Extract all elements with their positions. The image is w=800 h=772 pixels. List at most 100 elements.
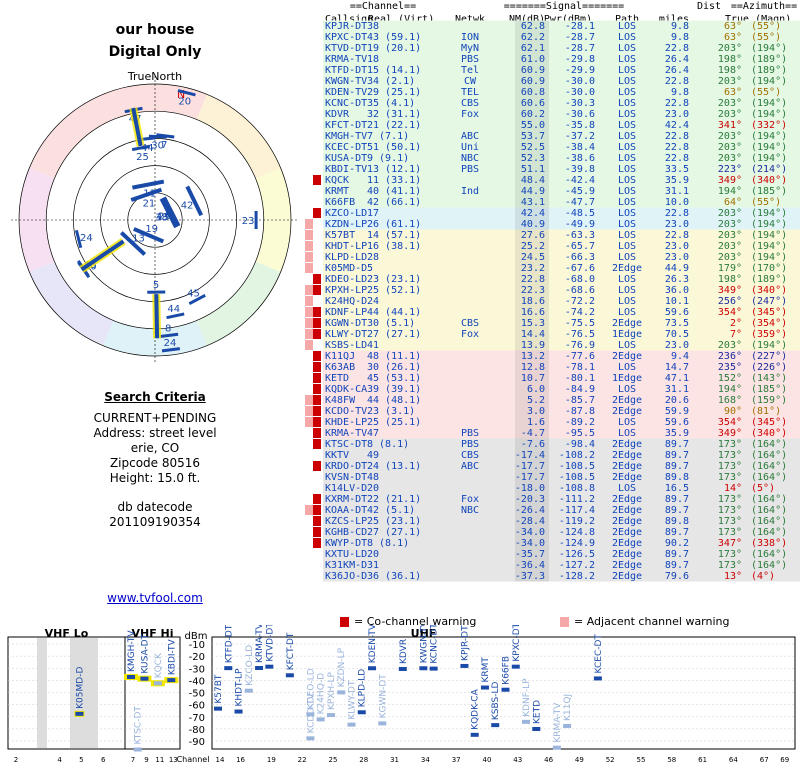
group-header-dist: Dist bbox=[697, 1, 721, 12]
table-cell: KZDN-LP bbox=[325, 219, 367, 230]
table-cell: 235° bbox=[718, 362, 742, 373]
table-cell: 168° bbox=[718, 395, 742, 406]
table-cell: LOS bbox=[618, 197, 636, 208]
station-label: KPXC-DT bbox=[512, 625, 522, 662]
station-bar bbox=[255, 666, 263, 670]
table-cell: (55°) bbox=[751, 21, 781, 32]
x-tick-label: 40 bbox=[483, 756, 492, 764]
station-bar bbox=[419, 666, 427, 670]
table-cell: KGHB-CD bbox=[325, 527, 367, 538]
table-cell: 7 (7.1) bbox=[367, 131, 409, 142]
table-cell: 198° bbox=[718, 274, 742, 285]
polar-highlight-core bbox=[156, 294, 157, 338]
table-cell: 2Edge bbox=[612, 461, 642, 472]
table-cell: 23.0 bbox=[665, 241, 689, 252]
table-cell: 198° bbox=[718, 54, 742, 65]
polar-station-label: 8 bbox=[165, 323, 171, 334]
table-cell: LOS bbox=[618, 362, 636, 373]
co-channel-warning-marker bbox=[313, 175, 321, 185]
table-cell: Fox bbox=[461, 109, 479, 120]
table-cell: 203° bbox=[718, 76, 742, 87]
table-cell: 42.4 bbox=[665, 120, 689, 131]
table-cell: (354°) bbox=[751, 318, 787, 329]
table-cell: 25 (23.1) bbox=[367, 516, 421, 527]
station-bar bbox=[265, 665, 273, 669]
table-cell: CBS bbox=[461, 318, 479, 329]
x-tick-label: 43 bbox=[513, 756, 522, 764]
table-cell: -38.4 bbox=[565, 142, 595, 153]
table-cell: 349° bbox=[718, 175, 742, 186]
table-cell: (340°) bbox=[751, 285, 787, 296]
table-cell: Fox bbox=[461, 494, 479, 505]
table-cell: 18 bbox=[367, 54, 379, 65]
table-cell: 13 (12.1) bbox=[367, 164, 421, 175]
table-cell: 223° bbox=[718, 164, 742, 175]
table-cell: 2Edge bbox=[612, 549, 642, 560]
co-channel-warning-marker bbox=[313, 406, 321, 416]
co-channel-warning-marker bbox=[313, 417, 321, 427]
table-cell: (194°) bbox=[751, 208, 787, 219]
table-cell: 10.7 bbox=[521, 373, 545, 384]
table-cell: 12.8 bbox=[521, 362, 545, 373]
table-cell: MyN bbox=[461, 43, 479, 54]
co-channel-warning-marker bbox=[313, 285, 321, 295]
table-cell: 23.0 bbox=[665, 219, 689, 230]
co-channel-warning-marker bbox=[313, 329, 321, 339]
table-cell: -35.8 bbox=[565, 120, 595, 131]
table-cell: -17.7 bbox=[515, 472, 545, 483]
x-tick-label: 7 bbox=[131, 756, 135, 764]
table-cell: 26.4 bbox=[665, 54, 689, 65]
table-cell: (55°) bbox=[751, 32, 781, 43]
table-cell: (194°) bbox=[751, 252, 787, 263]
table-cell: K57BT bbox=[325, 230, 355, 241]
polar-station-label: 24 bbox=[164, 338, 177, 349]
table-cell: CBS bbox=[461, 98, 479, 109]
table-cell: LOS bbox=[618, 186, 636, 197]
table-cell: 349° bbox=[718, 428, 742, 439]
table-cell: 89.8 bbox=[665, 472, 689, 483]
table-cell: (214°) bbox=[751, 164, 787, 175]
station-bar bbox=[140, 677, 148, 681]
table-cell: 203° bbox=[718, 98, 742, 109]
station-bar bbox=[235, 710, 243, 714]
table-cell: K31KM-D bbox=[325, 560, 367, 571]
adjacent-warning-marker bbox=[305, 307, 313, 317]
x-tick-label: 22 bbox=[298, 756, 307, 764]
table-cell: PBS bbox=[461, 164, 479, 175]
station-bar bbox=[502, 688, 510, 692]
table-cell: 44 (44.1) bbox=[367, 307, 421, 318]
table-cell: 15.3 bbox=[521, 318, 545, 329]
table-cell: KCDO-TV bbox=[325, 406, 367, 417]
table-cell: 22.3 bbox=[521, 285, 545, 296]
x-tick-label: 2 bbox=[14, 756, 18, 764]
table-cell: (226°) bbox=[751, 362, 787, 373]
table-cell: -29.9 bbox=[565, 65, 595, 76]
table-cell: (194°) bbox=[751, 340, 787, 351]
table-cell: 173° bbox=[718, 560, 742, 571]
table-cell: KMGH-TV bbox=[325, 131, 367, 142]
table-cell: LOS bbox=[618, 241, 636, 252]
table-cell: KDNF-LP bbox=[325, 307, 367, 318]
table-cell: -124.9 bbox=[559, 538, 595, 549]
table-cell: -127.2 bbox=[559, 560, 595, 571]
station-bar bbox=[214, 707, 222, 711]
table-cell: (185°) bbox=[751, 186, 787, 197]
table-cell: 25.2 bbox=[521, 241, 545, 252]
table-cell: 44.9 bbox=[665, 263, 689, 274]
table-cell: 5 bbox=[367, 263, 373, 274]
table-cell: 354° bbox=[718, 417, 742, 428]
table-cell: KTSC-DT bbox=[325, 439, 367, 450]
table-cell: -63.3 bbox=[565, 230, 595, 241]
table-cell: K36JO-D bbox=[325, 571, 367, 582]
table-cell: 2Edge bbox=[612, 527, 642, 538]
table-cell: 43.1 bbox=[521, 197, 545, 208]
table-cell: K11QJ bbox=[325, 351, 355, 362]
site-link[interactable]: www.tvfool.com bbox=[0, 591, 310, 605]
table-cell: 89.7 bbox=[665, 560, 689, 571]
table-cell: 9.8 bbox=[671, 21, 689, 32]
table-cell: 203° bbox=[718, 252, 742, 263]
table-cell: LOS bbox=[618, 175, 636, 186]
table-cell: KZCO-LD bbox=[325, 208, 367, 219]
table-cell: LOS bbox=[618, 76, 636, 87]
table-cell: 23.0 bbox=[665, 252, 689, 263]
